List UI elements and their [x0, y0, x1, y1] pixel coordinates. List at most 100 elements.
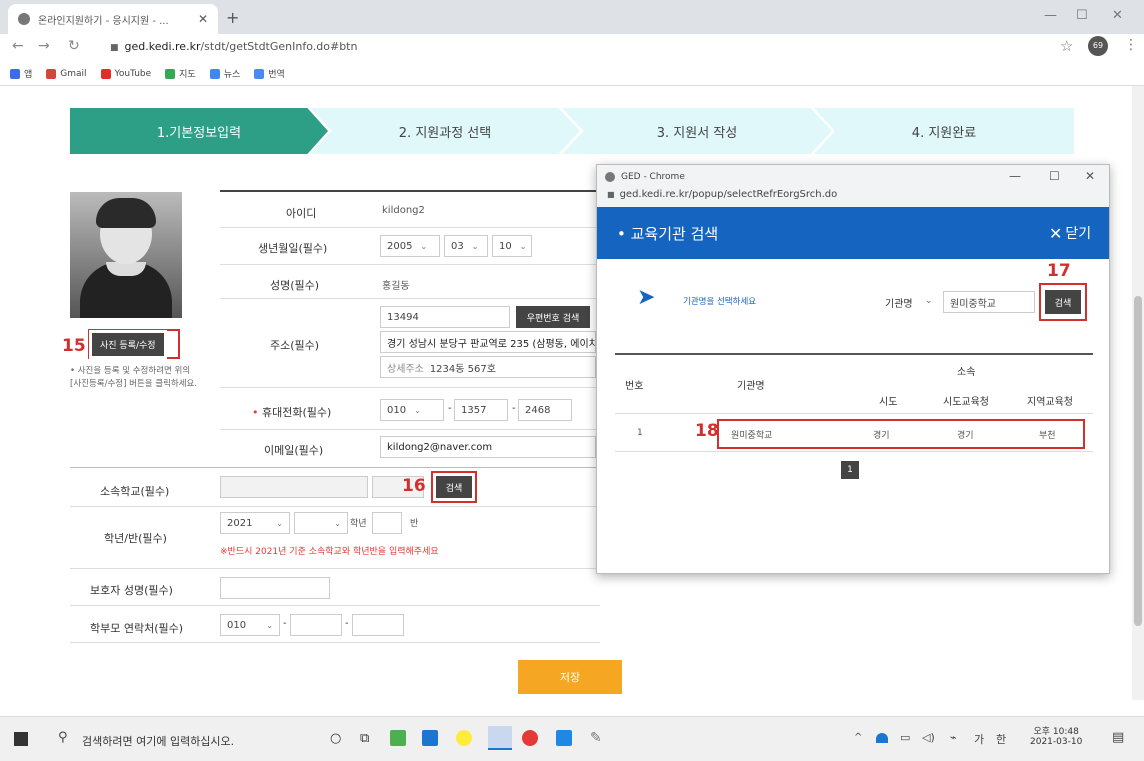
onedrive-icon[interactable]	[876, 733, 888, 743]
birth-year-select[interactable]: 2005 ⌄	[380, 235, 440, 257]
chevron-down-icon: ⌄	[414, 405, 421, 415]
phone3-field[interactable]: 2468	[518, 399, 572, 421]
phone2-field[interactable]: 1357	[454, 399, 508, 421]
step-4: 4. 지원완료	[814, 108, 1074, 154]
app-icon[interactable]	[390, 730, 406, 746]
cortana-icon[interactable]: ○	[330, 731, 341, 746]
school-field[interactable]	[220, 476, 368, 498]
app-icon[interactable]	[556, 730, 572, 746]
birth-month-select[interactable]: 03 ⌄	[444, 235, 488, 257]
store-icon[interactable]	[422, 730, 438, 746]
edge-icon[interactable]	[488, 726, 512, 750]
close-tab-icon[interactable]: ✕	[198, 12, 208, 26]
col-affil-header: 소속	[957, 367, 976, 378]
bookmark-apps[interactable]: 앱	[10, 67, 32, 80]
zipcode-search-button[interactable]: 우편번호 검색	[516, 306, 590, 328]
row-divider	[615, 451, 1093, 452]
app-icon[interactable]	[456, 730, 472, 746]
url-field[interactable]: ■ ged.kedi.re.kr/stdt/getStdtGenInfo.do#b…	[110, 40, 357, 53]
scrollbar-thumb[interactable]	[1134, 296, 1142, 626]
browser-tab[interactable]: 온라인지원하기 - 응시지원 - ... ✕	[8, 4, 218, 34]
popup-close-button[interactable]: ✕ 닫기	[1049, 223, 1091, 243]
chrome-icon[interactable]	[522, 730, 538, 746]
forward-icon[interactable]: →	[38, 38, 50, 54]
row-divider	[220, 227, 600, 228]
guardian-name-field[interactable]	[220, 577, 330, 599]
news-icon	[209, 68, 220, 79]
popup-window-title: GED - Chrome	[621, 172, 685, 182]
ime-indicator[interactable]: 가	[974, 731, 984, 747]
bookmark-news[interactable]: 뉴스	[209, 67, 240, 80]
email-label: 이메일(필수)	[264, 444, 324, 457]
minimize-icon[interactable]: —	[1044, 8, 1057, 23]
row-divider	[220, 387, 600, 388]
language-indicator[interactable]: 한	[996, 731, 1006, 747]
school-search-button[interactable]: 검색	[436, 476, 472, 498]
row-divider	[615, 413, 1093, 414]
chevron-down-icon: ⌄	[276, 518, 283, 528]
taskbar-search-input[interactable]: 검색하려면 여기에 입력하십시오.	[82, 733, 234, 749]
marker-17: 17	[1047, 261, 1071, 281]
app-icon[interactable]: ✎	[590, 730, 602, 746]
address1-field[interactable]: 경기 성남시 분당구 판교역로 235 (삼평동, 에이치	[380, 331, 596, 353]
globe-icon	[18, 13, 30, 25]
maximize-icon[interactable]: ☐	[1049, 169, 1060, 183]
photo-note: • 사진을 등록 및 수정하려면 위의 [사진등록/수정] 버튼을 클릭하세요.	[70, 366, 198, 389]
search-icon[interactable]: ⚲	[58, 730, 68, 745]
row-name[interactable]: 원미중학교	[731, 428, 772, 441]
bookmark-translate[interactable]: 번역	[254, 67, 285, 80]
close-window-icon[interactable]: ✕	[1085, 169, 1095, 183]
grade-label: 학년/반(필수)	[104, 532, 167, 545]
row-divider	[70, 467, 600, 468]
email-field[interactable]: kildong2@naver.com	[380, 436, 596, 458]
bookmark-maps[interactable]: 지도	[165, 67, 196, 80]
chevron-up-icon[interactable]: ^	[854, 732, 862, 743]
minimize-icon[interactable]: —	[1009, 169, 1021, 183]
new-tab-button[interactable]: +	[226, 8, 239, 27]
col-office-header: 시도교육청	[943, 397, 989, 408]
close-window-icon[interactable]: ✕	[1112, 8, 1123, 23]
task-view-icon[interactable]: ⧉	[360, 731, 369, 746]
speaker-icon[interactable]: ◁)	[922, 731, 935, 744]
grade-year-select[interactable]: 2021 ⌄	[220, 512, 290, 534]
bookmark-youtube[interactable]: YouTube	[100, 68, 151, 79]
translate-icon	[254, 68, 265, 79]
battery-icon[interactable]: ▭	[900, 731, 910, 744]
profile-avatar[interactable]: 69	[1088, 36, 1108, 56]
parent-phone1-select[interactable]: 010 ⌄	[220, 614, 280, 636]
parent-phone3-field[interactable]	[352, 614, 404, 636]
reload-icon[interactable]: ↻	[68, 38, 80, 54]
maximize-icon[interactable]: ☐	[1076, 8, 1088, 23]
search-field-label: 기관명	[885, 299, 913, 310]
birth-day-select[interactable]: 10 ⌄	[492, 235, 532, 257]
youtube-icon	[100, 68, 111, 79]
parent-phone2-field[interactable]	[290, 614, 342, 636]
phone1-select[interactable]: 010 ⌄	[380, 399, 444, 421]
windows-start-icon[interactable]	[14, 732, 28, 746]
institution-search-input[interactable]: 원미중학교	[943, 291, 1035, 313]
zipcode-field[interactable]: 13494	[380, 306, 510, 328]
institution-search-button[interactable]: 검색	[1045, 290, 1081, 314]
notification-icon[interactable]: ▤	[1112, 730, 1124, 745]
row-divider	[70, 605, 600, 606]
clock[interactable]: 오후 10:48 2021-03-10	[1030, 724, 1082, 747]
save-button[interactable]: 저장	[518, 660, 622, 694]
bookmark-gmail[interactable]: Gmail	[46, 68, 87, 79]
table-row[interactable]: 1 원미중학교 경기 경기 부천	[615, 419, 1093, 449]
address2-field[interactable]: 상세주소 1234동 567호	[380, 356, 596, 378]
photo-upload-button[interactable]: 사진 등록/수정	[89, 330, 167, 359]
grade-select[interactable]: ⌄	[294, 512, 348, 534]
class-field[interactable]	[372, 512, 402, 534]
network-icon[interactable]: ⌁	[950, 731, 957, 744]
step-3: 3. 지원서 작성	[562, 108, 832, 154]
bookmark-star-icon[interactable]: ☆	[1060, 37, 1073, 55]
menu-icon[interactable]: ⋮	[1124, 37, 1138, 53]
popup-header: • 교육기관 검색 ✕ 닫기	[597, 207, 1109, 259]
page-1-button[interactable]: 1	[841, 461, 859, 479]
row-divider	[220, 264, 600, 265]
chevron-down-icon: ⌄	[420, 241, 428, 251]
url-path: /stdt/getStdtGenInfo.do#btn	[200, 40, 358, 53]
back-icon[interactable]: ←	[12, 38, 24, 54]
dash: -	[448, 403, 452, 414]
marker-16: 16	[402, 476, 426, 496]
